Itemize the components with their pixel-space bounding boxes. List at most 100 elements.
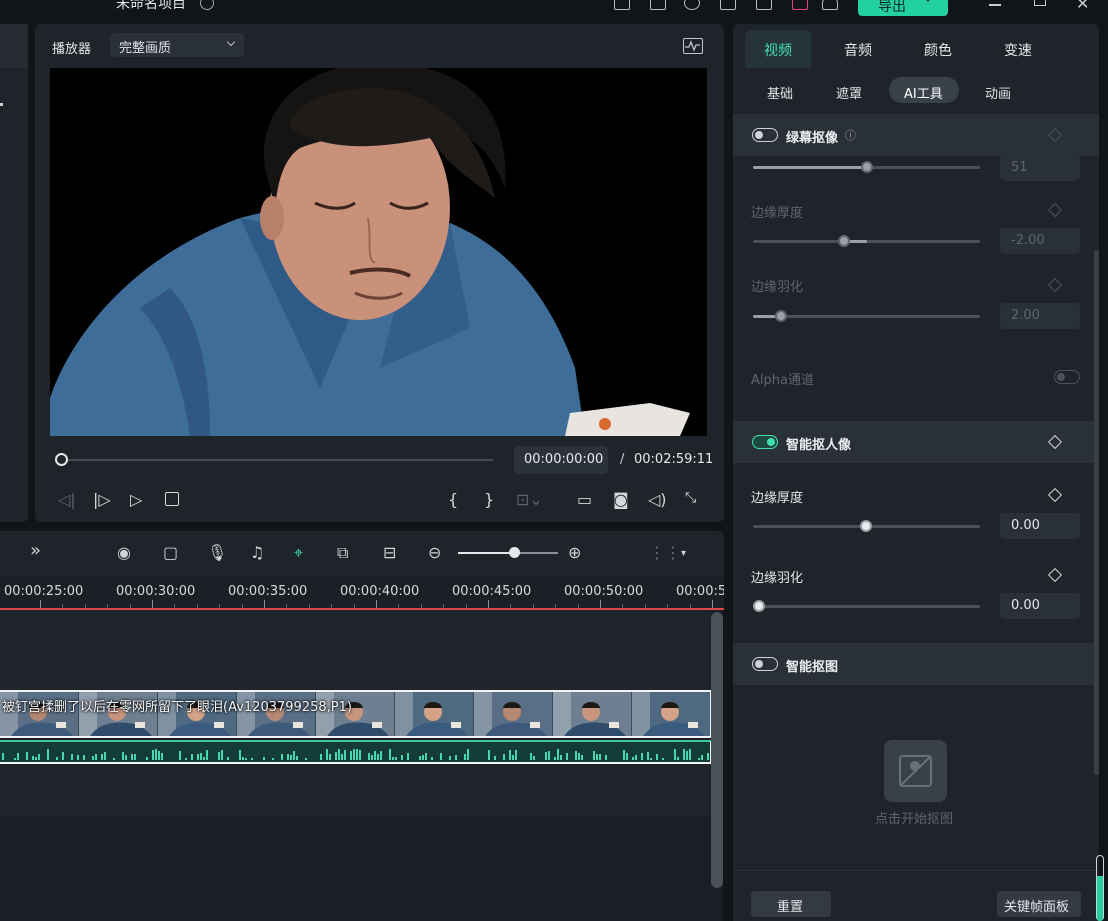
help-icon[interactable]: ⓘ [845, 127, 856, 143]
waveform-bar [566, 753, 568, 760]
waveform-bar [206, 750, 208, 760]
smart-edge-thickness-knob[interactable] [860, 520, 872, 532]
chroma-top-value[interactable]: 51 [1000, 155, 1080, 181]
track-empty-lower[interactable] [0, 764, 712, 816]
zoom-in-icon[interactable]: ⊕ [568, 543, 581, 562]
insert-icon[interactable]: ⊡⌄ [516, 490, 543, 509]
chroma-edge-thickness-value[interactable]: -2.00 [1000, 228, 1080, 254]
waveform-bar [578, 753, 580, 760]
smart-edge-feather-slider[interactable] [753, 605, 980, 608]
chevron-down-icon[interactable]: ▾ [681, 548, 686, 559]
waveform-bar [575, 751, 577, 760]
chroma-edge-feather-slider[interactable] [753, 315, 980, 318]
ruler-tick [152, 600, 153, 608]
panel-dot [0, 103, 3, 106]
microphone-icon[interactable]: 🎙 [207, 543, 227, 562]
prev-frame-icon[interactable]: ◁| [58, 490, 76, 509]
ruler-label: 00:00:40:00 [340, 584, 420, 599]
waveform-bar [290, 755, 292, 760]
waveform-bar [293, 751, 295, 760]
waveform-bar [419, 756, 421, 760]
video-preview[interactable] [50, 68, 707, 436]
expand-icon[interactable]: » [30, 540, 41, 561]
waveform-bar [185, 758, 187, 760]
waveform-bar [641, 753, 643, 760]
mark-out-icon[interactable]: } [484, 490, 494, 509]
track-empty-upper[interactable] [0, 610, 712, 690]
subtab-mask[interactable]: 遮罩 [836, 83, 862, 102]
reset-button[interactable]: 重置 [751, 891, 831, 917]
zoom-slider-knob[interactable] [509, 547, 520, 558]
volume-icon[interactable]: ◁) [648, 490, 667, 509]
playhead-knob[interactable] [55, 453, 68, 466]
waveform-bar [32, 756, 34, 760]
tab-color[interactable]: 颜色 [924, 40, 952, 60]
snapshot-icon[interactable]: ◙ [613, 490, 629, 509]
stop-icon[interactable] [165, 492, 179, 506]
clip-thumbnail [474, 692, 552, 736]
marker-icon[interactable]: ▢ [163, 543, 178, 562]
columns-icon[interactable]: ⋮⋮ [649, 543, 681, 562]
tab-video[interactable]: 视频 [764, 40, 792, 60]
snap-icon[interactable]: ⌖ [294, 543, 303, 563]
grid-icon[interactable] [756, 0, 772, 10]
tab-audio[interactable]: 音频 [844, 40, 872, 60]
display-icon[interactable]: ▭ [577, 490, 592, 509]
waveform-bar [632, 757, 634, 760]
quality-select[interactable]: 完整画质 [110, 33, 244, 57]
properties-scrollbar[interactable] [1094, 250, 1099, 775]
waveform-bar [677, 757, 679, 760]
smart-edge-thickness-value[interactable]: 0.00 [1000, 513, 1080, 539]
chroma-edge-feather-value[interactable]: 2.00 [1000, 303, 1080, 329]
waveform-bar [263, 757, 265, 760]
subtab-ai-tools[interactable]: AI工具 [904, 83, 943, 102]
cart-icon[interactable] [792, 0, 808, 10]
export-button[interactable]: 导出 [858, 0, 948, 16]
chroma-edge-feather-knob[interactable] [775, 310, 787, 322]
waveform-bar [227, 757, 229, 760]
music-icon[interactable]: ♫ [250, 543, 264, 562]
mark-in-icon[interactable]: { [448, 490, 458, 509]
chroma-key-toggle[interactable] [752, 128, 778, 142]
keyframe-panel-button[interactable]: 关键帧面板 [997, 891, 1081, 917]
waveform-bar [593, 751, 595, 760]
playback-scrubber[interactable] [61, 459, 493, 461]
ai-matte-hint: 点击开始抠图 [875, 812, 954, 827]
next-frame-icon[interactable]: |▷ [93, 490, 111, 509]
smart-edge-feather-value[interactable]: 0.00 [1000, 593, 1080, 619]
layout-icon[interactable] [614, 0, 630, 10]
waveform-bar [494, 756, 496, 760]
restore-icon[interactable] [1034, 0, 1046, 6]
smart-cutout-toggle[interactable] [752, 435, 778, 449]
fullscreen-icon[interactable]: ⤡ [685, 490, 696, 506]
minimize-icon[interactable] [989, 4, 1001, 6]
waveform-bar [353, 749, 355, 760]
scope-icon[interactable] [683, 38, 703, 54]
play-icon[interactable]: ▷ [130, 490, 142, 509]
feedback-icon[interactable] [720, 0, 736, 10]
ai-matte-icon[interactable] [884, 740, 947, 802]
smart-edge-feather-knob[interactable] [753, 600, 765, 612]
subtab-animation[interactable]: 动画 [985, 83, 1011, 102]
save-icon[interactable] [650, 0, 666, 10]
audio-clip[interactable] [0, 740, 712, 764]
alpha-channel-toggle[interactable] [1054, 370, 1080, 384]
user-icon[interactable] [822, 0, 838, 10]
waveform-bar [395, 757, 397, 760]
ai-matte-toggle[interactable] [752, 657, 778, 671]
close-icon[interactable]: ✕ [1076, 0, 1089, 13]
timeline-ruler[interactable]: 00:00:25:00 00:00:30:00 00:00:35:00 00:00:4… [0, 575, 724, 609]
fit-icon[interactable]: ⊟ [383, 543, 396, 562]
auto-ripple-icon[interactable]: ◉ [117, 543, 131, 562]
timeline-scrollbar-thumb[interactable] [711, 612, 723, 888]
chroma-top-slider-knob[interactable] [861, 161, 873, 173]
zoom-out-icon[interactable]: ⊖ [428, 543, 441, 562]
media-panel-header [0, 24, 28, 68]
waveform-bar [707, 753, 709, 760]
chroma-edge-thickness-knob[interactable] [838, 235, 850, 247]
ruler-tick [600, 600, 601, 608]
tab-speed[interactable]: 变速 [1004, 40, 1032, 60]
media-panel-edge [0, 24, 28, 522]
subtab-basic[interactable]: 基础 [767, 83, 793, 102]
ai-clip-icon[interactable]: ⧉ [337, 543, 348, 563]
